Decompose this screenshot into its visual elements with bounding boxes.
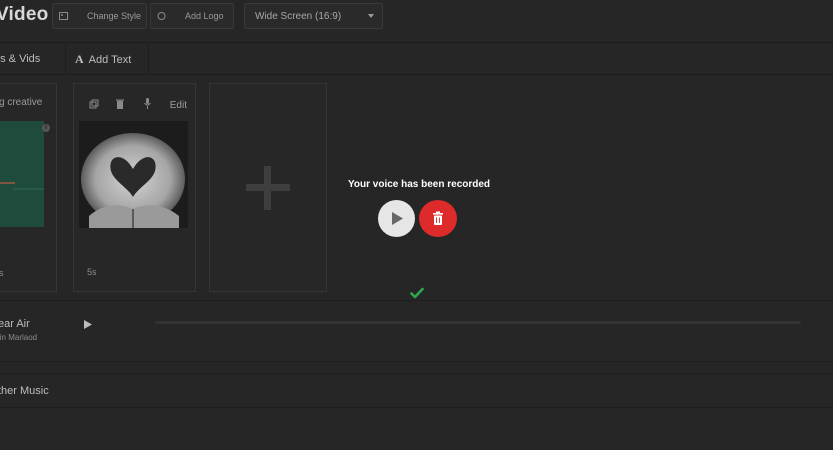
music-row — [0, 300, 833, 362]
add-logo-label: Add Logo — [185, 11, 224, 21]
tab-add-text-label: Add Text — [88, 54, 132, 66]
plus-icon — [246, 165, 290, 210]
text-icon: A — [75, 52, 84, 66]
other-music-row[interactable] — [0, 373, 833, 408]
checkmark-icon — [410, 287, 424, 299]
slide-thumbnail-art — [0, 121, 44, 227]
song-artist: lin Marlaod — [0, 333, 38, 342]
microphone-icon[interactable] — [144, 98, 151, 109]
delete-icon[interactable] — [116, 99, 124, 109]
image-icon — [59, 12, 68, 20]
play-icon[interactable] — [84, 320, 92, 329]
page-title: Video — [0, 4, 49, 25]
slide-thumbnail[interactable] — [0, 121, 44, 227]
tab-photos-vids[interactable]: os & Vids — [0, 53, 40, 65]
slide-card[interactable]: Edit 5s — [73, 83, 196, 292]
add-logo-button[interactable]: Add Logo — [150, 3, 234, 29]
delete-recording-button[interactable] — [419, 200, 457, 237]
info-icon[interactable]: i — [42, 124, 50, 132]
trash-icon — [433, 211, 443, 225]
add-slide-card[interactable] — [209, 83, 327, 292]
aspect-ratio-value: Wide Screen (16:9) — [255, 11, 342, 22]
logo-icon — [157, 12, 166, 20]
copy-icon[interactable] — [89, 99, 99, 109]
book-heart-photo — [79, 121, 188, 228]
slide-caption: g creative — [0, 97, 43, 108]
slide-duration: s — [0, 268, 4, 278]
change-style-button[interactable]: Change Style — [52, 3, 147, 29]
slide-duration: 5s — [87, 267, 97, 277]
music-progress-bar[interactable] — [155, 321, 801, 324]
chevron-down-icon — [368, 14, 374, 18]
change-style-label: Change Style — [87, 11, 142, 21]
tab-divider — [148, 44, 149, 74]
edit-link[interactable]: Edit — [170, 100, 187, 111]
tab-divider — [65, 44, 66, 74]
play-recording-button[interactable] — [378, 200, 415, 237]
recorded-message: Your voice has been recorded — [347, 179, 491, 190]
slide-card[interactable]: g creative i s — [0, 83, 57, 292]
song-title: ear Air — [0, 318, 30, 330]
slide-thumbnail[interactable] — [79, 121, 188, 228]
aspect-ratio-select[interactable]: Wide Screen (16:9) — [244, 3, 383, 29]
play-icon — [392, 212, 403, 225]
other-music-label[interactable]: ther Music — [0, 385, 49, 397]
tab-add-text[interactable]: A Add Text — [75, 52, 131, 67]
